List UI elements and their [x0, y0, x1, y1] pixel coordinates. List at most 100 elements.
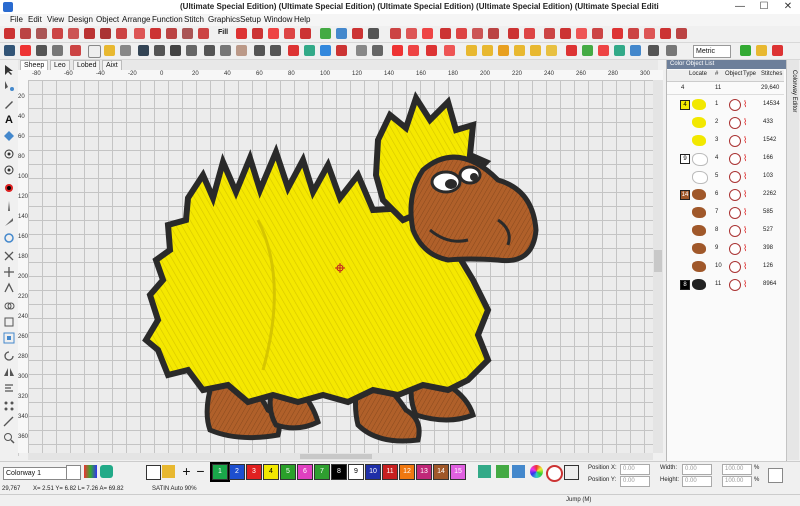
color-object-row[interactable]: 4 1 ⌇ 14534	[667, 96, 784, 114]
menu-edit[interactable]: Edit	[28, 15, 42, 24]
blend-icon[interactable]	[478, 465, 491, 478]
color-wheel-select-icon[interactable]	[530, 465, 543, 478]
eye-tool-icon[interactable]	[3, 148, 15, 160]
letter-icon[interactable]	[352, 28, 363, 39]
open-icon[interactable]	[104, 45, 115, 56]
run-stitch-icon[interactable]	[134, 28, 145, 39]
reshape-icon[interactable]	[70, 45, 81, 56]
palette-color-6[interactable]: 6	[297, 464, 313, 480]
paint-bucket-icon[interactable]	[162, 465, 175, 478]
color-swatch[interactable]: 8	[680, 280, 690, 290]
color-swatch[interactable]: 14	[680, 190, 690, 200]
fill-zigzag-icon[interactable]	[284, 28, 295, 39]
minimize-button[interactable]: —	[728, 0, 752, 14]
color-object-row[interactable]: 9 ⌇ 398	[667, 240, 784, 258]
print-preview-icon[interactable]	[186, 45, 197, 56]
cross-stitch-icon[interactable]	[524, 28, 535, 39]
color-sort-icon[interactable]	[496, 465, 509, 478]
eye2-tool-icon[interactable]	[3, 164, 15, 176]
undo-icon[interactable]	[254, 45, 265, 56]
eye-icon[interactable]	[36, 45, 47, 56]
color-object-row[interactable]: 2 ⌇ 433	[667, 114, 784, 132]
col-type[interactable]: Type	[743, 71, 756, 77]
vertical-scroll-thumb[interactable]	[654, 250, 662, 272]
color-object-row[interactable]: 7 ⌇ 585	[667, 204, 784, 222]
array-icon[interactable]	[3, 400, 15, 412]
realistic-icon[interactable]	[426, 45, 437, 56]
triple-icon[interactable]	[182, 28, 193, 39]
col-locate[interactable]: Locate	[689, 71, 707, 77]
fill-icon[interactable]	[236, 28, 247, 39]
menu-function[interactable]: Function	[152, 15, 183, 24]
star-icon[interactable]	[52, 28, 63, 39]
menu-stitch[interactable]: Stitch	[184, 15, 204, 24]
color-wheel-icon[interactable]	[630, 45, 641, 56]
thread-icon[interactable]	[320, 45, 331, 56]
autodigitize-icon[interactable]	[530, 45, 541, 56]
node-tool-icon[interactable]	[3, 130, 15, 142]
chenille-icon[interactable]	[544, 28, 555, 39]
color-swatch[interactable]: 9	[680, 154, 690, 164]
design-canvas[interactable]	[28, 80, 653, 453]
artwork-icon[interactable]	[466, 45, 477, 56]
align-icon[interactable]	[3, 382, 15, 394]
hoop-layout-icon[interactable]	[648, 45, 659, 56]
lock-proportions-icon[interactable]	[768, 468, 783, 483]
hoop-icon[interactable]	[336, 45, 347, 56]
photo-stitch-icon[interactable]	[546, 45, 557, 56]
pen-tool-icon[interactable]	[3, 98, 15, 110]
app-icon[interactable]	[3, 2, 13, 12]
reshape-tool-icon[interactable]	[3, 80, 15, 92]
palette-color-9[interactable]: 9	[348, 464, 364, 480]
horizontal-scroll-thumb[interactable]	[300, 454, 372, 459]
remove-color-icon[interactable]: −	[194, 464, 207, 478]
polygon-icon[interactable]	[116, 28, 127, 39]
fill-satin-icon[interactable]	[268, 28, 279, 39]
menu-graphics[interactable]: Graphics	[208, 15, 240, 24]
palette-grid-icon[interactable]	[84, 465, 97, 478]
carve-icon[interactable]	[406, 28, 417, 39]
col-num[interactable]: #	[715, 71, 718, 77]
stitch-player-icon[interactable]	[288, 45, 299, 56]
paste-icon[interactable]	[236, 45, 247, 56]
fill-label[interactable]: Fill	[218, 29, 228, 36]
color-object-row[interactable]: 3 ⌇ 1542	[667, 132, 784, 150]
star-fill-icon[interactable]	[488, 28, 499, 39]
color-object-row[interactable]: 10 ⌇ 126	[667, 258, 784, 276]
palette-color-14[interactable]: 14	[433, 464, 449, 480]
menu-view[interactable]: View	[47, 15, 64, 24]
knife-icon[interactable]	[3, 216, 15, 228]
circle-icon[interactable]	[84, 28, 95, 39]
colorway-editor-tab[interactable]	[786, 60, 799, 460]
redo-icon[interactable]	[270, 45, 281, 56]
offset-icon[interactable]	[3, 332, 15, 344]
col-stitches[interactable]: Stitches	[761, 71, 782, 77]
satin-icon[interactable]	[150, 28, 161, 39]
vector-icon[interactable]	[498, 45, 509, 56]
grid-icon[interactable]	[372, 45, 383, 56]
color-object-row[interactable]: 5 ⌇ 103	[667, 168, 784, 186]
fill-pattern-icon[interactable]	[300, 28, 311, 39]
bitmap-icon[interactable]	[482, 45, 493, 56]
split-icon[interactable]	[3, 266, 15, 278]
free-icon[interactable]	[676, 28, 687, 39]
close-button[interactable]: ✕	[776, 0, 800, 14]
zoom-tool-icon[interactable]	[3, 432, 15, 444]
shirt-icon[interactable]	[614, 45, 625, 56]
needle-icon[interactable]	[3, 200, 15, 212]
menu-object[interactable]: Object	[96, 15, 119, 24]
width-field[interactable]: 0.00	[682, 464, 712, 475]
color-object-row[interactable]: 14 6 ⌇ 2262	[667, 186, 784, 204]
zoom-in-icon[interactable]	[740, 45, 751, 56]
polyline-icon[interactable]	[36, 28, 47, 39]
spiral-icon[interactable]	[456, 28, 467, 39]
sheep-design[interactable]	[28, 80, 653, 453]
position-x-field[interactable]: 0.00	[620, 464, 650, 475]
shape-tool-icon[interactable]	[4, 28, 15, 39]
fill-gradient-icon[interactable]	[252, 28, 263, 39]
radial-icon[interactable]	[472, 28, 483, 39]
bezier-icon[interactable]	[20, 28, 31, 39]
design-icon[interactable]	[566, 45, 577, 56]
menu-arrange[interactable]: Arrange	[122, 15, 150, 24]
border-icon[interactable]	[660, 28, 671, 39]
